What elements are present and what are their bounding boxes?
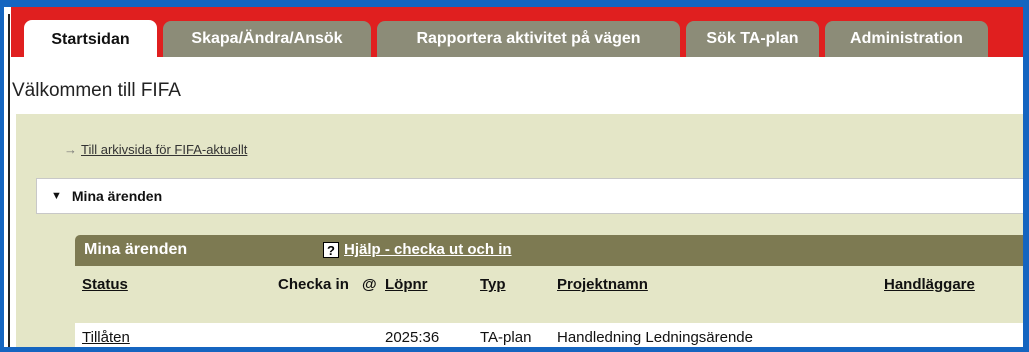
left-edge <box>8 14 10 347</box>
tab-bar: Startsidan Skapa/Ändra/Ansök Rapportera … <box>10 7 1023 60</box>
tab-skapa-andra-ansok[interactable]: Skapa/Ändra/Ansök <box>163 21 371 57</box>
archive-link-row: → Till arkivsida för FIFA-aktuellt <box>64 142 247 157</box>
column-checka-in: Checka in <box>278 276 349 293</box>
column-handlaggare[interactable]: Handläggare <box>884 276 975 293</box>
help-icon[interactable]: ? <box>323 241 339 258</box>
help-link[interactable]: Hjälp - checka ut och in <box>344 241 512 258</box>
table-header-bar: Mina ärenden ? Hjälp - checka ut och in <box>75 235 1023 266</box>
column-at: @ <box>362 276 377 293</box>
column-status[interactable]: Status <box>82 276 128 293</box>
row-lopnr: 2025:36 <box>385 329 440 346</box>
tab-administration[interactable]: Administration <box>825 21 988 57</box>
column-projektnamn[interactable]: Projektnamn <box>557 276 648 293</box>
column-lopnr[interactable]: Löpnr <box>385 276 428 293</box>
row-status-link[interactable]: Tillåten <box>82 329 130 346</box>
archive-link[interactable]: Till arkivsida för FIFA-aktuellt <box>81 142 247 157</box>
table-column-headers: Status Checka in @ Löpnr Typ Projektnamn… <box>75 266 1023 323</box>
triangle-down-icon: ▼ <box>51 190 62 202</box>
tab-startsidan[interactable]: Startsidan <box>24 20 157 60</box>
browser-frame: Startsidan Skapa/Ändra/Ansök Rapportera … <box>0 0 1029 352</box>
row-projektnamn: Handledning Ledningsärende <box>557 329 753 346</box>
help-link-row: ? Hjälp - checka ut och in <box>323 241 512 258</box>
section-toggle-mina-arenden[interactable]: ▼ Mina ärenden <box>36 178 1023 214</box>
tab-sok-ta-plan[interactable]: Sök TA-plan <box>686 21 819 57</box>
arrow-right-icon: → <box>64 142 77 157</box>
tab-rapportera-aktivitet[interactable]: Rapportera aktivitet på vägen <box>377 21 680 57</box>
column-typ[interactable]: Typ <box>480 276 506 293</box>
table-row: Tillåten 2025:36 TA-plan Handledning Led… <box>75 323 1023 347</box>
section-label: Mina ärenden <box>71 188 163 204</box>
row-typ: TA-plan <box>480 329 532 346</box>
page-title: Välkommen till FIFA <box>12 80 181 101</box>
table-title: Mina ärenden <box>84 241 188 258</box>
